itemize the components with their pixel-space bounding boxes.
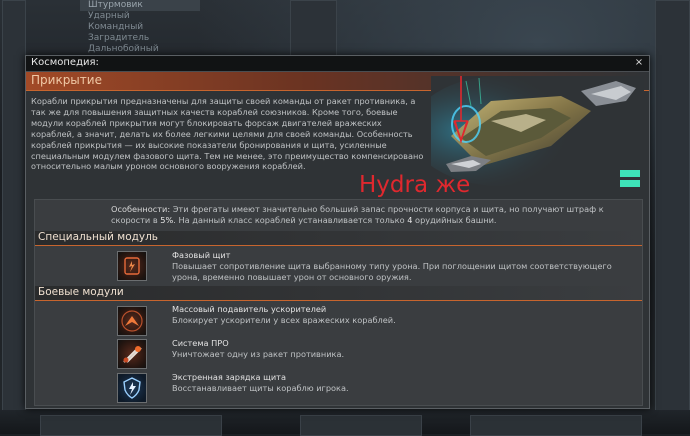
background-class-list: Штурмовик Ударный Командный Заградитель … xyxy=(80,0,200,55)
module-description: Уничтожает одну из ракет противника. xyxy=(172,349,345,359)
background-list-item: Дальнобойный xyxy=(88,44,159,54)
background-slab xyxy=(40,415,222,436)
phase-shield-icon[interactable] xyxy=(117,251,147,281)
dialog-titlebar: Космопедия: × xyxy=(26,56,649,72)
annotation-text: Hydra же xyxy=(359,172,471,198)
dialog-title: Космопедия: xyxy=(31,57,99,68)
module-name: Фазовый щит xyxy=(172,250,231,260)
background-pillar-right xyxy=(655,0,690,412)
background-pillar-center xyxy=(290,0,337,57)
special-module-title: Специальный модуль xyxy=(38,231,158,243)
features-text: Особенности: Эти фрегаты имеют значитель… xyxy=(111,204,631,226)
combat-modules-header: Боевые модули xyxy=(35,286,642,301)
ship-class-description: Корабли прикрытия предназначены для защи… xyxy=(31,96,424,172)
background-list-item: Ударный xyxy=(88,11,130,21)
missile-defense-icon[interactable] xyxy=(117,339,147,369)
features-label: Особенности: xyxy=(111,204,171,214)
combat-modules-title: Боевые модули xyxy=(38,286,124,298)
module-name: Экстренная зарядка щита xyxy=(172,372,286,382)
module-name: Система ПРО xyxy=(172,338,229,348)
module-description: Блокирует ускорители у всех вражеских ко… xyxy=(172,315,396,325)
cosmopedia-dialog: Космопедия: × Прикрытие Корабли прикрыти… xyxy=(25,55,650,409)
background-list-item: Штурмовик xyxy=(80,0,200,11)
afterburner-suppressor-icon[interactable] xyxy=(117,306,147,336)
close-button[interactable]: × xyxy=(633,57,645,69)
module-description: Восстанавливает щиты кораблю игрока. xyxy=(172,383,349,393)
features-text-part: орудийных башни. xyxy=(412,215,497,225)
special-module-header: Специальный модуль xyxy=(35,231,642,246)
background-list-item: Заградитель xyxy=(88,33,150,43)
features-text-part: . На данный класс кораблей устанавливает… xyxy=(173,215,408,225)
background-slab xyxy=(300,415,422,436)
module-name: Массовый подавитель ускорителей xyxy=(172,304,327,314)
ship-info-panel: Особенности: Эти фрегаты имеют значитель… xyxy=(34,199,643,406)
module-description: Повышает сопротивление щита выбранному т… xyxy=(172,261,612,282)
background-list-item: Командный xyxy=(88,22,144,32)
background-pillar-left xyxy=(2,0,26,412)
speed-penalty-value: 5% xyxy=(160,215,174,225)
menu-icon[interactable] xyxy=(620,170,640,189)
shield-recharge-icon[interactable] xyxy=(117,373,147,403)
ship-class-title: Прикрытие xyxy=(31,73,102,87)
background-slab xyxy=(470,415,642,436)
